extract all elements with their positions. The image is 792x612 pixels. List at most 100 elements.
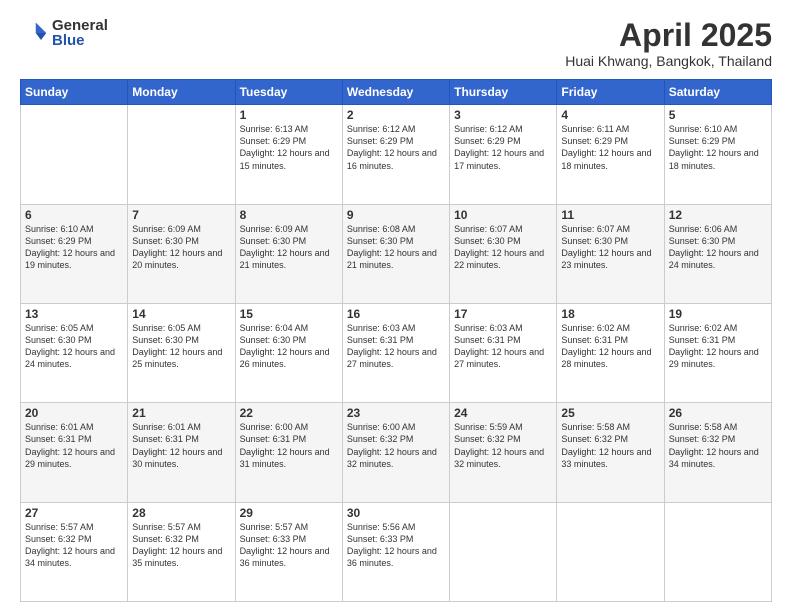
table-row: 14Sunrise: 6:05 AM Sunset: 6:30 PM Dayli… [128, 303, 235, 402]
day-number: 24 [454, 406, 552, 420]
day-info: Sunrise: 5:59 AM Sunset: 6:32 PM Dayligh… [454, 421, 552, 470]
table-row: 16Sunrise: 6:03 AM Sunset: 6:31 PM Dayli… [342, 303, 449, 402]
col-wednesday: Wednesday [342, 80, 449, 105]
day-number: 15 [240, 307, 338, 321]
table-row: 8Sunrise: 6:09 AM Sunset: 6:30 PM Daylig… [235, 204, 342, 303]
col-thursday: Thursday [450, 80, 557, 105]
table-row: 10Sunrise: 6:07 AM Sunset: 6:30 PM Dayli… [450, 204, 557, 303]
day-info: Sunrise: 5:57 AM Sunset: 6:32 PM Dayligh… [132, 521, 230, 570]
day-info: Sunrise: 6:11 AM Sunset: 6:29 PM Dayligh… [561, 123, 659, 172]
day-info: Sunrise: 6:05 AM Sunset: 6:30 PM Dayligh… [25, 322, 123, 371]
table-row: 27Sunrise: 5:57 AM Sunset: 6:32 PM Dayli… [21, 502, 128, 601]
day-info: Sunrise: 6:00 AM Sunset: 6:32 PM Dayligh… [347, 421, 445, 470]
day-info: Sunrise: 6:04 AM Sunset: 6:30 PM Dayligh… [240, 322, 338, 371]
month-title: April 2025 [565, 18, 772, 53]
day-number: 21 [132, 406, 230, 420]
logo-icon [20, 19, 48, 47]
table-row: 2Sunrise: 6:12 AM Sunset: 6:29 PM Daylig… [342, 105, 449, 204]
day-number: 11 [561, 208, 659, 222]
day-number: 13 [25, 307, 123, 321]
day-info: Sunrise: 6:12 AM Sunset: 6:29 PM Dayligh… [454, 123, 552, 172]
day-info: Sunrise: 6:08 AM Sunset: 6:30 PM Dayligh… [347, 223, 445, 272]
page: General Blue April 2025 Huai Khwang, Ban… [0, 0, 792, 612]
table-row: 3Sunrise: 6:12 AM Sunset: 6:29 PM Daylig… [450, 105, 557, 204]
day-number: 4 [561, 108, 659, 122]
day-number: 26 [669, 406, 767, 420]
day-number: 3 [454, 108, 552, 122]
day-info: Sunrise: 6:03 AM Sunset: 6:31 PM Dayligh… [454, 322, 552, 371]
table-row: 1Sunrise: 6:13 AM Sunset: 6:29 PM Daylig… [235, 105, 342, 204]
day-info: Sunrise: 6:09 AM Sunset: 6:30 PM Dayligh… [132, 223, 230, 272]
table-row: 19Sunrise: 6:02 AM Sunset: 6:31 PM Dayli… [664, 303, 771, 402]
day-number: 25 [561, 406, 659, 420]
day-info: Sunrise: 6:01 AM Sunset: 6:31 PM Dayligh… [132, 421, 230, 470]
day-number: 6 [25, 208, 123, 222]
table-row: 26Sunrise: 5:58 AM Sunset: 6:32 PM Dayli… [664, 403, 771, 502]
table-row [557, 502, 664, 601]
title-block: April 2025 Huai Khwang, Bangkok, Thailan… [565, 18, 772, 69]
day-number: 19 [669, 307, 767, 321]
day-number: 18 [561, 307, 659, 321]
day-info: Sunrise: 6:10 AM Sunset: 6:29 PM Dayligh… [25, 223, 123, 272]
day-info: Sunrise: 6:02 AM Sunset: 6:31 PM Dayligh… [561, 322, 659, 371]
table-row: 17Sunrise: 6:03 AM Sunset: 6:31 PM Dayli… [450, 303, 557, 402]
day-number: 7 [132, 208, 230, 222]
table-row: 12Sunrise: 6:06 AM Sunset: 6:30 PM Dayli… [664, 204, 771, 303]
day-number: 28 [132, 506, 230, 520]
day-number: 10 [454, 208, 552, 222]
day-info: Sunrise: 6:06 AM Sunset: 6:30 PM Dayligh… [669, 223, 767, 272]
day-info: Sunrise: 6:02 AM Sunset: 6:31 PM Dayligh… [669, 322, 767, 371]
logo-general-text: General [52, 18, 108, 33]
day-number: 1 [240, 108, 338, 122]
day-number: 2 [347, 108, 445, 122]
table-row [21, 105, 128, 204]
table-row: 4Sunrise: 6:11 AM Sunset: 6:29 PM Daylig… [557, 105, 664, 204]
day-number: 22 [240, 406, 338, 420]
calendar-week-row: 1Sunrise: 6:13 AM Sunset: 6:29 PM Daylig… [21, 105, 772, 204]
table-row: 23Sunrise: 6:00 AM Sunset: 6:32 PM Dayli… [342, 403, 449, 502]
logo: General Blue [20, 18, 108, 48]
day-info: Sunrise: 6:01 AM Sunset: 6:31 PM Dayligh… [25, 421, 123, 470]
table-row: 15Sunrise: 6:04 AM Sunset: 6:30 PM Dayli… [235, 303, 342, 402]
col-monday: Monday [128, 80, 235, 105]
table-row: 6Sunrise: 6:10 AM Sunset: 6:29 PM Daylig… [21, 204, 128, 303]
logo-text: General Blue [52, 18, 108, 48]
logo-blue-text: Blue [52, 33, 108, 48]
table-row: 11Sunrise: 6:07 AM Sunset: 6:30 PM Dayli… [557, 204, 664, 303]
day-number: 23 [347, 406, 445, 420]
day-info: Sunrise: 6:03 AM Sunset: 6:31 PM Dayligh… [347, 322, 445, 371]
table-row: 30Sunrise: 5:56 AM Sunset: 6:33 PM Dayli… [342, 502, 449, 601]
day-number: 12 [669, 208, 767, 222]
table-row: 9Sunrise: 6:08 AM Sunset: 6:30 PM Daylig… [342, 204, 449, 303]
day-info: Sunrise: 5:58 AM Sunset: 6:32 PM Dayligh… [669, 421, 767, 470]
day-info: Sunrise: 6:00 AM Sunset: 6:31 PM Dayligh… [240, 421, 338, 470]
calendar-header-row: Sunday Monday Tuesday Wednesday Thursday… [21, 80, 772, 105]
table-row: 24Sunrise: 5:59 AM Sunset: 6:32 PM Dayli… [450, 403, 557, 502]
day-number: 30 [347, 506, 445, 520]
day-number: 5 [669, 108, 767, 122]
table-row: 25Sunrise: 5:58 AM Sunset: 6:32 PM Dayli… [557, 403, 664, 502]
day-number: 9 [347, 208, 445, 222]
day-info: Sunrise: 5:57 AM Sunset: 6:33 PM Dayligh… [240, 521, 338, 570]
table-row: 29Sunrise: 5:57 AM Sunset: 6:33 PM Dayli… [235, 502, 342, 601]
table-row: 22Sunrise: 6:00 AM Sunset: 6:31 PM Dayli… [235, 403, 342, 502]
col-sunday: Sunday [21, 80, 128, 105]
day-info: Sunrise: 6:05 AM Sunset: 6:30 PM Dayligh… [132, 322, 230, 371]
location-title: Huai Khwang, Bangkok, Thailand [565, 53, 772, 69]
table-row: 5Sunrise: 6:10 AM Sunset: 6:29 PM Daylig… [664, 105, 771, 204]
day-info: Sunrise: 5:58 AM Sunset: 6:32 PM Dayligh… [561, 421, 659, 470]
day-number: 17 [454, 307, 552, 321]
col-friday: Friday [557, 80, 664, 105]
day-info: Sunrise: 5:57 AM Sunset: 6:32 PM Dayligh… [25, 521, 123, 570]
day-info: Sunrise: 6:10 AM Sunset: 6:29 PM Dayligh… [669, 123, 767, 172]
table-row [128, 105, 235, 204]
table-row [450, 502, 557, 601]
day-number: 16 [347, 307, 445, 321]
day-info: Sunrise: 6:07 AM Sunset: 6:30 PM Dayligh… [454, 223, 552, 272]
day-number: 29 [240, 506, 338, 520]
day-number: 27 [25, 506, 123, 520]
table-row: 28Sunrise: 5:57 AM Sunset: 6:32 PM Dayli… [128, 502, 235, 601]
day-info: Sunrise: 6:09 AM Sunset: 6:30 PM Dayligh… [240, 223, 338, 272]
day-info: Sunrise: 6:12 AM Sunset: 6:29 PM Dayligh… [347, 123, 445, 172]
col-tuesday: Tuesday [235, 80, 342, 105]
